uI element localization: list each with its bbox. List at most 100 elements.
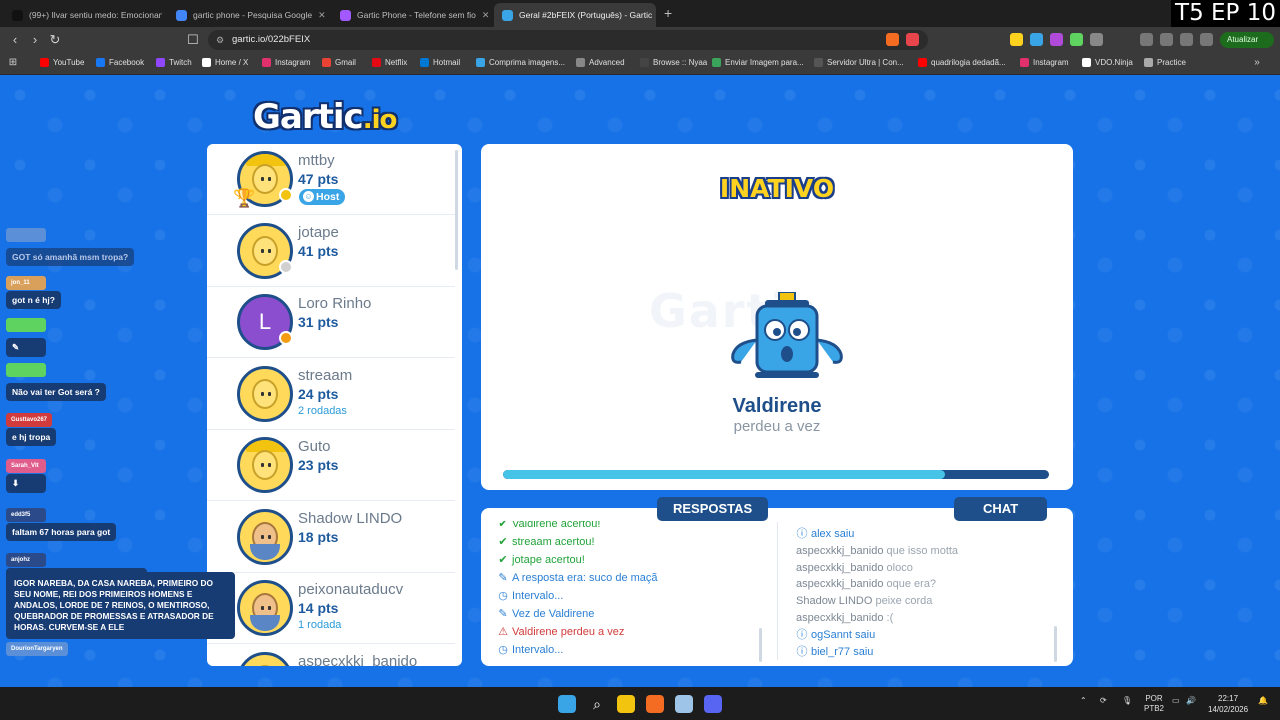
answer-line: ✔ streaam acertou!	[497, 533, 769, 551]
chat-text: saiu	[831, 528, 855, 540]
player-row[interactable]: 🏆 mttby 47 pts ☺ Host	[207, 144, 455, 215]
close-tab-icon[interactable]: ✕	[318, 10, 326, 21]
bookmark-item[interactable]: Comprima imagens...	[476, 58, 565, 67]
bookmark-item[interactable]: Enviar Imagem para...	[712, 58, 804, 67]
tray-sync-icon[interactable]: ⟳	[1100, 696, 1107, 705]
vpn-icon[interactable]	[1200, 33, 1213, 46]
back-icon[interactable]: ‹	[6, 31, 24, 49]
notifications-icon[interactable]: 🔔	[1258, 696, 1268, 705]
player-row[interactable]: Shadow LINDO 18 pts	[207, 502, 455, 573]
tab-favicon-icon	[176, 9, 187, 21]
player-row[interactable]: peixonautaducv 14 pts 1 rodada	[207, 573, 455, 644]
players-scrollbar[interactable]	[455, 150, 458, 270]
apps-grid-icon[interactable]: ⊞	[4, 54, 22, 72]
bookmark-item[interactable]: VDO.Ninja	[1082, 58, 1133, 67]
bookmark-item[interactable]: quadrilogia dedadã...	[918, 58, 1006, 67]
extension-icon[interactable]	[1050, 33, 1063, 46]
player-status-dot	[279, 259, 293, 274]
player-row[interactable]: aspecxkkj_banido	[207, 645, 455, 666]
chat-tab[interactable]: CHAT	[954, 497, 1048, 521]
bookmark-item[interactable]: Browse :: Nyaa	[640, 58, 707, 67]
chat-line: aspecxkkj_banido :(	[796, 610, 1061, 627]
url-field[interactable]: ⚙ gartic.io/022bFEIX	[208, 30, 928, 50]
bookmark-favicon-icon	[262, 58, 271, 67]
site-info-icon[interactable]: ⚙	[216, 30, 224, 50]
bookmark-item[interactable]: Facebook	[96, 58, 144, 67]
extensions-puzzle-icon[interactable]	[1090, 33, 1103, 46]
music-icon[interactable]	[1140, 33, 1153, 46]
bookmark-item[interactable]: Gmail	[322, 58, 356, 67]
reload-icon[interactable]: ↻	[46, 31, 64, 49]
brave-shield-icon[interactable]	[886, 33, 899, 46]
overlay-chat-message: Gusttavo267 e hj tropa	[6, 408, 57, 446]
bookmark-item[interactable]: Hotmail	[420, 58, 460, 67]
language-indicator[interactable]: POR PTB2	[1144, 694, 1164, 714]
microphone-icon[interactable]: 🎙	[1122, 696, 1132, 705]
brave-browser-icon[interactable]	[646, 695, 664, 713]
answers-scrollbar[interactable]	[759, 628, 762, 662]
bookmark-item[interactable]: Instagram	[262, 58, 311, 67]
answer-line: ◷ Intervalo...	[497, 587, 769, 605]
answer-text: suco de maçã	[586, 572, 658, 584]
tray-chevron-icon[interactable]: ⌃	[1080, 696, 1087, 705]
volume-icon[interactable]: 🔊	[1186, 696, 1196, 705]
extension-icon[interactable]	[1030, 33, 1043, 46]
bookmark-item[interactable]: Advanced	[576, 58, 625, 67]
bookmark-icon[interactable]: ☐	[184, 31, 202, 49]
bookmark-item[interactable]: Instagram	[1020, 58, 1069, 67]
chat-line: Shadow LINDO peixe corda	[796, 593, 1061, 610]
bookmark-item[interactable]: Netflix	[372, 58, 407, 67]
file-explorer-icon[interactable]	[617, 695, 635, 713]
bookmark-label: quadrilogia dedadã...	[931, 58, 1006, 67]
avatar-face	[252, 450, 278, 480]
bookmark-item[interactable]: Home / X	[202, 58, 248, 67]
forward-icon[interactable]: ›	[26, 31, 44, 49]
player-avatar	[237, 437, 293, 493]
bookmark-label: Home / X	[215, 58, 249, 67]
browser-tab[interactable]: gartic phone - Pesquisa Google ✕	[168, 3, 326, 27]
gartic-logo[interactable]: Gartic.io	[253, 97, 397, 137]
wallet-icon[interactable]	[1180, 33, 1193, 46]
warning-icon: ⚠	[498, 626, 508, 638]
close-tab-icon[interactable]: ✕	[482, 10, 490, 21]
player-rounds: 2 rodadas	[298, 404, 347, 417]
bookmark-label: VDO.Ninja	[1095, 58, 1133, 67]
player-row[interactable]: streaam 24 pts 2 rodadas	[207, 359, 455, 430]
player-points: 18 pts	[298, 528, 339, 545]
overlay-chat-message: Sarah_Vlt ⬇	[6, 454, 46, 493]
extension-icon[interactable]	[1010, 33, 1023, 46]
start-icon[interactable]	[558, 695, 576, 713]
search-icon[interactable]: ⌕	[588, 695, 606, 713]
brave-rewards-icon[interactable]	[906, 33, 919, 46]
bookmark-item[interactable]: YouTube	[40, 58, 84, 67]
app-icon[interactable]	[675, 695, 693, 713]
sidebar-icon[interactable]	[1160, 33, 1173, 46]
network-icon[interactable]: ▭	[1172, 696, 1180, 705]
host-badge-label: Host	[316, 191, 340, 203]
new-tab-button[interactable]: +	[664, 5, 672, 21]
player-row[interactable]: Guto 23 pts	[207, 430, 455, 501]
more-bookmarks-icon[interactable]: »	[1248, 54, 1266, 72]
avatar-eye	[261, 248, 264, 253]
answer-line: ⚠ Valdirene perdeu a vez	[497, 623, 769, 641]
browser-tab[interactable]: Gartic Phone - Telefone sem fio ✕	[332, 3, 490, 27]
avatar-face	[252, 664, 278, 666]
chat-scrollbar[interactable]	[1054, 626, 1057, 662]
taskbar-clock[interactable]: 22:17 14/02/2026	[1208, 693, 1248, 715]
player-row[interactable]: L Loro Rinho 31 pts	[207, 287, 455, 358]
bookmark-item[interactable]: Practice	[1144, 58, 1186, 67]
answer-subject: Valdirene	[512, 626, 558, 638]
bookmark-item[interactable]: Twitch	[156, 58, 192, 67]
extension-icon[interactable]	[1070, 33, 1083, 46]
browser-tab[interactable]: (99+) Ilvar sentiu medo: Emocionante✕	[4, 3, 162, 27]
update-button[interactable]: Atualizar	[1220, 32, 1274, 48]
answers-tab[interactable]: RESPOSTAS	[657, 497, 769, 521]
bookmark-favicon-icon	[1020, 58, 1029, 67]
bookmark-label: Comprima imagens...	[489, 58, 566, 67]
browser-tab[interactable]: Geral #2bFEIX (Português) - Gartic✕	[494, 3, 656, 27]
bookmark-item[interactable]: Servidor Ultra | Con...	[814, 58, 904, 67]
player-row[interactable]: jotape 41 pts	[207, 216, 455, 287]
player-name: streaam	[298, 366, 353, 384]
discord-icon[interactable]	[704, 695, 722, 713]
host-icon: ☺	[303, 191, 314, 202]
